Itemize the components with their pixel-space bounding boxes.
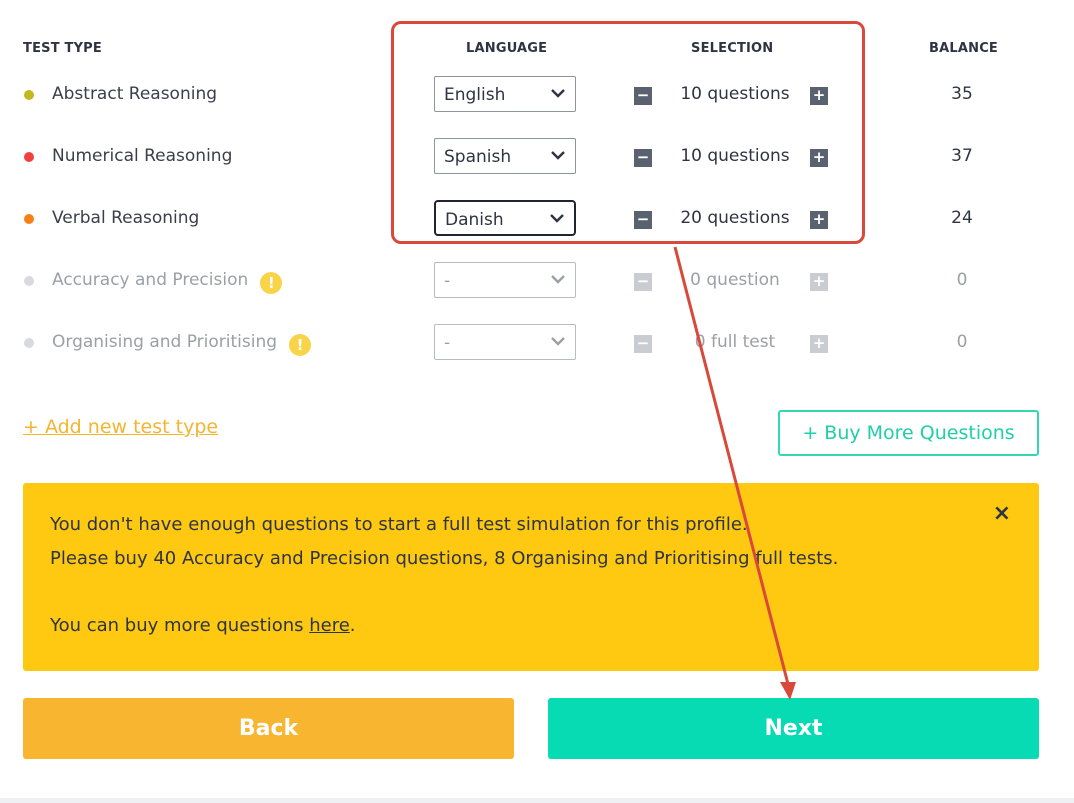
decrease-button[interactable]: − — [634, 335, 652, 353]
language-select[interactable]: - — [434, 262, 576, 298]
language-select[interactable]: - — [434, 324, 576, 360]
test-type-name: Organising and Prioritising! — [52, 332, 312, 356]
alert-message-line: You don't have enough questions to start… — [50, 514, 748, 535]
test-type-label: Organising and Prioritising — [52, 332, 278, 352]
language-select-value: - — [444, 333, 451, 353]
test-row-organising-and-prioritising: Organising and Prioritising! - − 0 full … — [0, 322, 1074, 362]
alert-text: . — [349, 615, 356, 636]
balance-value: 0 — [956, 270, 968, 290]
chevron-down-icon — [551, 275, 565, 284]
alert-message-line: You can buy more questions here. — [50, 615, 356, 636]
test-type-name: Numerical Reasoning — [52, 146, 233, 166]
close-icon[interactable]: × — [993, 501, 1011, 526]
annotation-highlight-box — [391, 21, 865, 244]
warning-icon[interactable]: ! — [289, 334, 312, 356]
alert-text: You can buy more questions — [50, 615, 310, 636]
test-type-name: Accuracy and Precision! — [52, 270, 283, 294]
test-type-name: Verbal Reasoning — [52, 208, 200, 228]
selection-quantity: 0 full test — [694, 332, 776, 352]
test-row-accuracy-and-precision: Accuracy and Precision! - − 0 question +… — [0, 260, 1074, 300]
add-test-type-link[interactable]: + Add new test type — [23, 416, 218, 438]
color-dot-icon — [24, 338, 34, 348]
balance-value: 37 — [951, 146, 973, 166]
buy-more-questions-button[interactable]: + Buy More Questions — [778, 410, 1039, 456]
insufficient-questions-alert: You don't have enough questions to start… — [23, 483, 1039, 671]
increase-button[interactable]: + — [810, 273, 828, 291]
color-dot-icon — [24, 276, 34, 286]
next-button[interactable]: Next — [548, 698, 1039, 759]
balance-value: 35 — [951, 84, 973, 104]
back-button[interactable]: Back — [23, 698, 514, 759]
header-test-type: TEST TYPE — [23, 41, 102, 56]
selection-quantity: 0 question — [690, 270, 780, 290]
balance-value: 0 — [956, 332, 968, 352]
test-type-label: Accuracy and Precision — [52, 270, 249, 290]
footer-divider — [0, 798, 1074, 803]
warning-icon[interactable]: ! — [260, 272, 283, 294]
color-dot-icon — [24, 214, 34, 224]
chevron-down-icon — [551, 337, 565, 346]
alert-message-line: Please buy 40 Accuracy and Precision que… — [50, 548, 839, 569]
buy-here-link[interactable]: here — [309, 615, 350, 636]
language-select-value: - — [444, 271, 451, 291]
color-dot-icon — [24, 152, 34, 162]
decrease-button[interactable]: − — [634, 273, 652, 291]
color-dot-icon — [24, 90, 34, 100]
header-balance: BALANCE — [929, 41, 999, 56]
increase-button[interactable]: + — [810, 335, 828, 353]
balance-value: 24 — [951, 208, 973, 228]
test-type-name: Abstract Reasoning — [52, 84, 218, 104]
